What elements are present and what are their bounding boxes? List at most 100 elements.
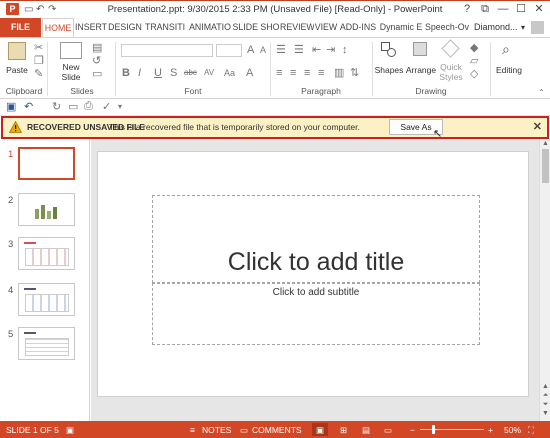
slide-canvas[interactable]: Click to add title Click to add subtitle [97,151,529,397]
slide-thumbnail-1[interactable] [18,147,75,180]
justify-icon[interactable]: ≡ [318,67,324,79]
align-right-icon[interactable]: ≡ [304,67,310,79]
spelling-icon[interactable]: ✓ [102,100,111,113]
save-icon[interactable]: ▣ [6,100,16,113]
line-spacing-icon[interactable]: ↕ [342,44,348,56]
scrollbar-thumb[interactable] [542,149,549,183]
fit-slide-icon[interactable]: ⛶ [528,425,534,436]
quick-styles-icon[interactable] [441,39,460,58]
repeat-icon[interactable]: ↻ [52,100,61,113]
minimize-button[interactable]: — [494,1,512,18]
close-button[interactable]: ✕ [530,1,548,18]
shape-outline-icon[interactable]: ▱ [470,55,478,67]
comments-button[interactable]: COMMENTS [252,425,302,435]
tab-home[interactable]: HOME [42,18,74,38]
vertical-scrollbar[interactable]: ▲ ▲ ⏶ ⏷ ▼ [539,139,550,421]
user-dropdown-icon[interactable]: ▾ [521,18,525,37]
copy-icon[interactable]: ❐ [34,55,44,67]
reset-icon[interactable]: ↺ [92,55,101,67]
tab-dynamic-e[interactable]: Dynamic E [378,18,424,37]
collapse-ribbon-icon[interactable]: ⌃ [538,88,545,97]
section-icon[interactable]: ▭ [92,68,102,80]
zoom-level[interactable]: 50% [504,425,521,435]
layout-icon[interactable]: ▤ [92,42,102,54]
align-left-icon[interactable]: ≡ [276,67,282,79]
grow-font-icon[interactable]: A [247,44,254,56]
shrink-font-icon[interactable]: A [260,44,266,56]
editing-button[interactable]: Editing [492,65,526,75]
align-center-icon[interactable]: ≡ [290,67,296,79]
zoom-slider-knob[interactable] [432,425,435,434]
new-slide-button[interactable]: New Slide [56,62,86,82]
next-slide-icon[interactable]: ⏷ [541,401,550,409]
undo-icon[interactable]: ↶ [24,100,33,113]
numbering-icon[interactable]: ☰ [294,44,304,56]
tab-add-ins[interactable]: ADD-INS [338,18,378,37]
new-slide-icon[interactable] [60,42,82,59]
slide-thumbnail-3[interactable] [18,237,75,270]
tab-file[interactable]: FILE [0,18,41,37]
increase-indent-icon[interactable]: ⇥ [326,44,335,56]
notes-icon[interactable]: ≡ [190,425,195,435]
start-slideshow-icon[interactable]: ▭ [68,100,78,113]
bold-button[interactable]: B [122,67,130,79]
shape-fill-icon[interactable]: ◆ [470,42,478,54]
tab-speech-ov[interactable]: Speech-Ov [424,18,470,37]
reading-view-icon[interactable]: ▤ [362,425,370,436]
shape-effects-icon[interactable]: ◇ [470,68,478,80]
cut-icon[interactable]: ✂ [34,42,43,54]
italic-button[interactable]: I [138,67,141,79]
slide-sorter-icon[interactable]: ⊞ [340,425,347,436]
shadow-button[interactable]: S [170,67,177,79]
paste-button[interactable]: Paste [4,65,30,75]
arrange-button[interactable]: Arrange [404,65,438,75]
format-painter-icon[interactable]: ✎ [34,68,43,80]
zoom-out-icon[interactable]: − [410,425,415,435]
tab-view[interactable]: VIEW [314,18,338,37]
notes-button[interactable]: NOTES [202,425,231,435]
shapes-button[interactable]: Shapes [374,65,404,75]
subtitle-placeholder[interactable]: Click to add subtitle [152,283,480,345]
tab-review[interactable]: REVIEW [280,18,314,37]
maximize-button[interactable]: ☐ [512,1,530,18]
quick-styles-button[interactable]: Quick Styles [436,62,466,82]
close-bar-icon[interactable]: ✕ [533,120,542,133]
text-direction-icon[interactable]: ⇅ [350,67,359,79]
scroll-up-page-icon[interactable]: ▲ [541,383,550,390]
slide-thumbnail-4[interactable] [18,283,75,316]
title-placeholder[interactable]: Click to add title [152,195,480,283]
bullets-icon[interactable]: ☰ [276,44,286,56]
customize-qat-icon[interactable]: ▾ [118,102,122,111]
underline-button[interactable]: U [154,67,162,79]
zoom-in-icon[interactable]: + [488,425,493,435]
tab-insert[interactable]: INSERT [74,18,108,37]
proofing-icon[interactable]: ▣ [66,425,74,436]
tab-transitions[interactable]: TRANSITI [142,18,188,37]
character-spacing-button[interactable]: AV [204,67,214,79]
scroll-up-icon[interactable]: ▲ [541,140,550,147]
font-name-dropdown[interactable] [121,44,213,57]
user-account[interactable]: Diamond... [474,18,518,37]
strikethrough-button[interactable]: abc [184,67,197,79]
tab-animations[interactable]: ANIMATIO [188,18,232,37]
tab-design[interactable]: DESIGN [108,18,142,37]
font-color-button[interactable]: A [246,67,253,79]
slide-show-icon[interactable]: ▭ [384,425,392,436]
previous-slide-icon[interactable]: ⏶ [541,392,550,400]
tab-slide-show[interactable]: SLIDE SHO [232,18,280,37]
change-case-button[interactable]: Aa [224,67,235,79]
slide-thumbnail-2[interactable] [18,193,75,226]
binoculars-icon[interactable]: ⌕ [502,41,510,58]
ribbon-display-options-button[interactable]: ⧉ [476,1,494,18]
decrease-indent-icon[interactable]: ⇤ [312,44,321,56]
comments-icon[interactable]: ▭ [240,425,248,436]
slide-thumbnail-5[interactable] [18,327,75,360]
help-button[interactable]: ? [458,1,476,18]
avatar[interactable] [531,21,544,34]
font-size-dropdown[interactable] [216,44,242,57]
arrange-icon[interactable] [413,42,427,56]
print-preview-icon[interactable]: ⎙ [84,100,93,113]
paste-icon[interactable] [8,42,26,60]
scroll-down-icon[interactable]: ▼ [541,410,550,417]
zoom-slider[interactable] [420,429,484,430]
